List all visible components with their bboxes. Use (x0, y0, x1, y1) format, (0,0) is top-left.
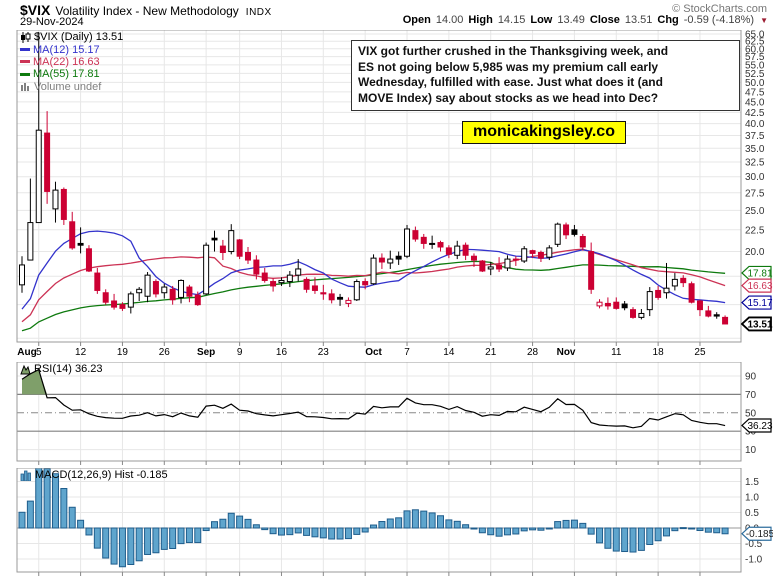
svg-text:50: 50 (745, 408, 757, 419)
close-value: 13.51 (625, 14, 653, 26)
svg-text:5: 5 (36, 347, 42, 358)
svg-text:Oct: Oct (365, 347, 382, 358)
macd-legend: MACD(12,26,9) Hist -0.185 (20, 469, 168, 481)
svg-text:45.0: 45.0 (745, 97, 765, 108)
svg-text:16.63: 16.63 (747, 281, 772, 292)
svg-text:18: 18 (653, 347, 665, 358)
svg-text:19: 19 (117, 347, 129, 358)
svg-text:90: 90 (745, 372, 757, 383)
annotation-line-2: ES not going below 5,985 was my premium … (358, 60, 733, 76)
macd-legend-label: MACD(12,26,9) Hist -0.185 (35, 469, 168, 481)
volume-legend-label: Volume undef (34, 81, 101, 93)
svg-text:Sep: Sep (197, 347, 215, 358)
svg-text:26: 26 (159, 347, 171, 358)
ma55-legend-label: MA(55) 17.81 (33, 68, 100, 80)
svg-text:36.23: 36.23 (747, 421, 772, 432)
close-label: Close (590, 14, 620, 26)
volume-icon (20, 82, 31, 91)
svg-text:0.5: 0.5 (745, 508, 759, 519)
svg-text:16: 16 (276, 347, 288, 358)
svg-text:Nov: Nov (557, 347, 576, 358)
svg-text:40.0: 40.0 (745, 119, 765, 130)
svg-text:1.0: 1.0 (745, 493, 759, 504)
svg-text:10: 10 (745, 445, 757, 456)
chg-label: Chg (657, 14, 678, 26)
svg-text:17.81: 17.81 (747, 268, 772, 279)
chg-value: -0.59 (-4.18%) (684, 14, 754, 26)
ma22-legend-label: MA(22) 16.63 (33, 56, 100, 68)
open-value: 14.00 (436, 14, 464, 26)
low-label: Low (530, 14, 552, 26)
rsi-panel: 907050301036.23 (0, 362, 773, 466)
ma12-legend-label: MA(12) 15.17 (33, 44, 100, 56)
svg-text:1.5: 1.5 (745, 477, 759, 488)
svg-text:11: 11 (611, 347, 622, 358)
macd-panel: 1.51.00.50.0-0.5-1.0-0.185 (0, 468, 773, 580)
svg-text:32.5: 32.5 (745, 157, 765, 168)
change-down-triangle-icon: ▼ (760, 16, 768, 25)
svg-text:7: 7 (404, 347, 410, 358)
svg-text:14: 14 (443, 347, 455, 358)
svg-text:25.0: 25.0 (745, 206, 765, 217)
svg-text:Aug: Aug (17, 347, 36, 358)
svg-text:42.5: 42.5 (745, 108, 765, 119)
main-legend-label: $VIX (Daily) 13.51 (34, 31, 123, 43)
candlestick-icon (20, 32, 31, 43)
open-label: Open (403, 14, 431, 26)
rsi-area-icon (20, 364, 31, 375)
rsi-legend: RSI(14) 36.23 (20, 363, 102, 375)
ma22-line-swatch (20, 60, 30, 63)
high-value: 14.15 (498, 14, 526, 26)
svg-text:9: 9 (237, 347, 243, 358)
svg-text:12: 12 (75, 347, 87, 358)
svg-text:23: 23 (318, 347, 330, 358)
svg-text:70: 70 (745, 390, 757, 401)
high-label: High (468, 14, 492, 26)
annotation-line-3: Wednesday, fulfilled with ease. Just wha… (358, 75, 733, 91)
annotation-line-4: MOVE Index) say about stocks as we head … (358, 91, 733, 107)
macd-histogram-icon (20, 470, 32, 481)
main-legend: $VIX (Daily) 13.51 MA(12) 15.17 MA(22) 1… (20, 31, 123, 93)
svg-text:-1.0: -1.0 (745, 555, 763, 566)
svg-text:37.5: 37.5 (745, 131, 765, 142)
exchange-label: INDX (246, 7, 272, 18)
svg-text:15.17: 15.17 (747, 298, 772, 309)
rsi-legend-label: RSI(14) 36.23 (34, 363, 102, 375)
site-badge: monicakingsley.co (462, 121, 626, 144)
ma12-line-swatch (20, 48, 30, 51)
stockcharts-vix-chart: $VIX Volatility Index - New Methodology … (0, 0, 773, 580)
svg-text:35.0: 35.0 (745, 144, 765, 155)
svg-text:25: 25 (694, 347, 706, 358)
svg-text:20.0: 20.0 (745, 247, 765, 258)
svg-text:-0.185: -0.185 (746, 529, 773, 540)
quote-summary: Open 14.00 High 14.15 Low 13.49 Close 13… (403, 14, 768, 26)
svg-text:21: 21 (485, 347, 497, 358)
svg-text:27.5: 27.5 (745, 188, 765, 199)
svg-text:28: 28 (527, 347, 539, 358)
annotation-box: VIX got further crushed in the Thanksgiv… (351, 40, 740, 111)
annotation-line-1: VIX got further crushed in the Thanksgiv… (358, 44, 733, 60)
svg-text:30.0: 30.0 (745, 172, 765, 183)
svg-text:22.5: 22.5 (745, 225, 765, 236)
chart-date: 29-Nov-2024 (20, 16, 84, 28)
ma55-line-swatch (20, 73, 30, 76)
low-value: 13.49 (557, 14, 585, 26)
svg-text:13.51: 13.51 (747, 319, 772, 330)
